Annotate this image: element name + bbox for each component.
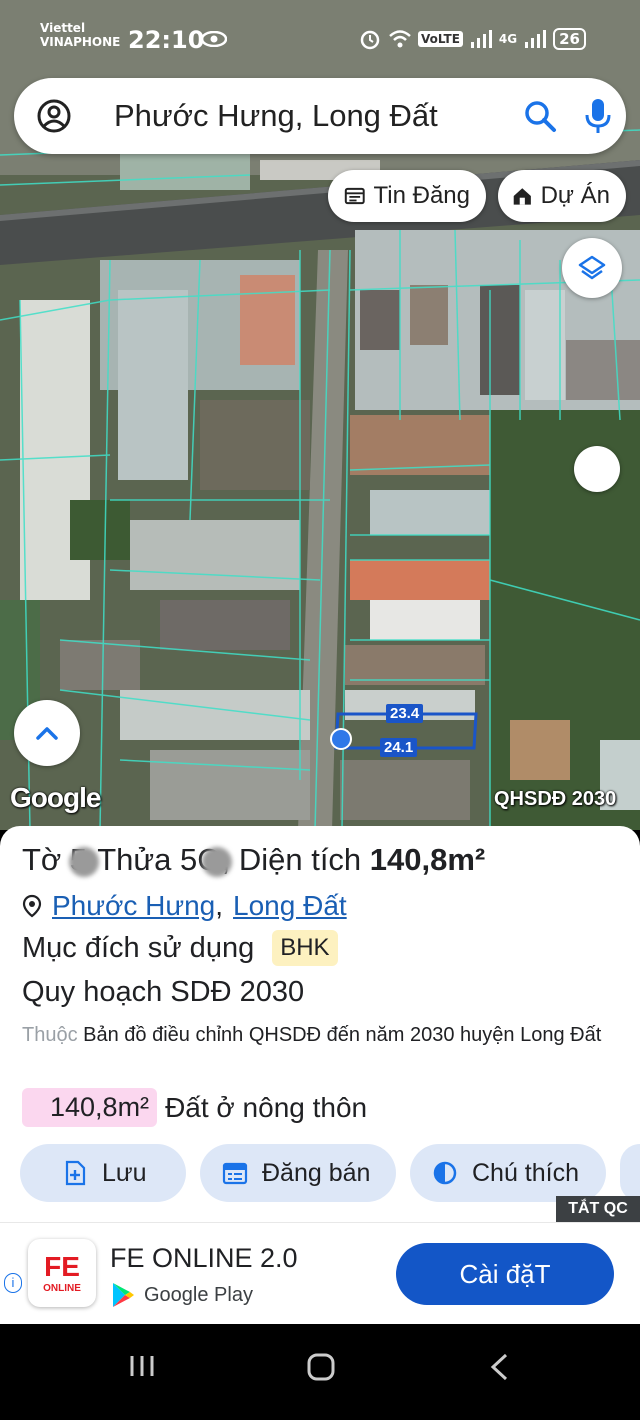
save-button[interactable]: Lưu (20, 1144, 186, 1202)
redacted-mark (69, 846, 100, 877)
close-ad-button[interactable]: TẮT QC (556, 1196, 640, 1222)
plan-description: Thuộc Bản đồ điều chỉnh QHSDĐ đến năm 20… (22, 1020, 622, 1050)
project-chip[interactable]: Dự Án (498, 170, 626, 222)
mic-icon[interactable] (580, 96, 616, 136)
ad-banner[interactable]: i FE ONLINE FE ONLINE 2.0 Google Play Cà… (0, 1222, 640, 1324)
location-row: Phước Hưng, Long Đất (22, 890, 347, 922)
listing-icon (344, 187, 365, 205)
status-bar: Viettel VINAPHONE 22:10 VoLTE 4G 26 (0, 0, 640, 68)
ad-title: FE ONLINE 2.0 (110, 1243, 298, 1273)
news-chip[interactable]: Tin Đăng (328, 170, 486, 222)
building-icon (513, 188, 531, 205)
store-row: Google Play (110, 1281, 253, 1309)
search-query[interactable]: Phước Hưng, Long Đất (114, 98, 438, 134)
location-separator: , (215, 890, 224, 921)
app-logo-subtext: ONLINE (43, 1283, 81, 1294)
parcel-info-sheet: Tờ 5 Thửa 5C, Diện tích 140,8m² Phước Hư… (0, 826, 640, 1222)
location-pin-icon (22, 894, 42, 918)
post-sale-button[interactable]: Đăng bán (200, 1144, 396, 1202)
chevron-up-icon (36, 727, 58, 740)
save-doc-icon (65, 1160, 86, 1186)
network-type: 4G (498, 32, 518, 46)
app-logo-text: FE (44, 1251, 80, 1282)
parcel-title: Tờ 5 Thửa 5C, Diện tích 140,8m² (22, 842, 485, 878)
clock: 22:10 (128, 26, 205, 54)
volte-badge: VoLTE (418, 31, 463, 47)
search-bar[interactable]: Phước Hưng, Long Đất (14, 78, 626, 154)
land-type-label: Đất ở nông thôn (165, 1091, 368, 1123)
plan-desc-text: Bản đồ điều chỉnh QHSDĐ đến năm 2030 huy… (83, 1024, 602, 1046)
post-sale-label: Đăng bán (262, 1158, 371, 1187)
expand-sheet-button[interactable] (14, 700, 80, 766)
contrast-icon (433, 1161, 457, 1185)
plan-belongs-label: Thuộc (22, 1024, 78, 1046)
planning-layer-label: QHSDĐ 2030 (494, 788, 617, 810)
install-button[interactable]: Cài đặT (396, 1243, 614, 1305)
ad-info-icon[interactable]: i (4, 1273, 22, 1293)
land-type-row: 140,8m² Đất ở nông thôn (22, 1088, 367, 1127)
carrier-1: Viettel (40, 21, 86, 35)
google-logo: Google (10, 782, 101, 813)
legend-button[interactable]: Chú thích (410, 1144, 606, 1202)
signal-2-icon (525, 30, 547, 48)
legend-button-label: Chú thích (472, 1158, 580, 1187)
calendar-list-icon (222, 1162, 248, 1185)
carrier-names: Viettel VINAPHONE (40, 22, 120, 48)
app-logo: FE ONLINE (28, 1239, 96, 1307)
land-area-badge: 140,8m² (22, 1088, 158, 1127)
more-actions-button[interactable] (620, 1144, 640, 1202)
save-button-label: Lưu (102, 1158, 147, 1187)
account-icon[interactable] (36, 98, 72, 134)
back-icon[interactable] (488, 1352, 510, 1382)
plan-title: Quy hoạch SDĐ 2030 (22, 976, 305, 1008)
signal-icon (470, 30, 492, 48)
wifi-icon (389, 30, 411, 48)
redacted-mark-2 (201, 846, 232, 877)
measure-label-top: 23.4 (386, 704, 424, 723)
search-icon[interactable] (522, 98, 558, 134)
alarm-icon (360, 30, 380, 50)
purpose-label: Mục đích sử dụng (22, 931, 255, 964)
floating-handle[interactable] (574, 446, 620, 492)
area-label: , Diện tích (221, 842, 362, 877)
layers-icon (578, 255, 606, 280)
measure-label-bottom: 24.1 (380, 738, 418, 757)
eye-icon (201, 31, 227, 47)
home-icon[interactable] (306, 1352, 336, 1382)
carrier-2: VINAPHONE (40, 35, 121, 49)
google-play-icon (113, 1283, 134, 1307)
purpose-code-badge: BHK (272, 930, 338, 966)
battery-level: 26 (553, 28, 586, 50)
purpose-row: Mục đích sử dụng BHK (22, 930, 338, 966)
recent-apps-icon[interactable] (128, 1352, 156, 1380)
area-value: 140,8m² (369, 842, 486, 877)
store-name: Google Play (144, 1283, 253, 1306)
district-link[interactable]: Long Đất (233, 890, 347, 922)
status-icons: VoLTE 4G 26 (358, 28, 586, 50)
parcel-vertex-handle[interactable] (330, 728, 352, 750)
system-nav-bar (0, 1324, 640, 1420)
news-chip-label: Tin Đăng (373, 182, 471, 209)
layers-button[interactable] (562, 238, 622, 298)
ward-link[interactable]: Phước Hưng (52, 890, 215, 922)
project-chip-label: Dự Án (540, 182, 610, 209)
